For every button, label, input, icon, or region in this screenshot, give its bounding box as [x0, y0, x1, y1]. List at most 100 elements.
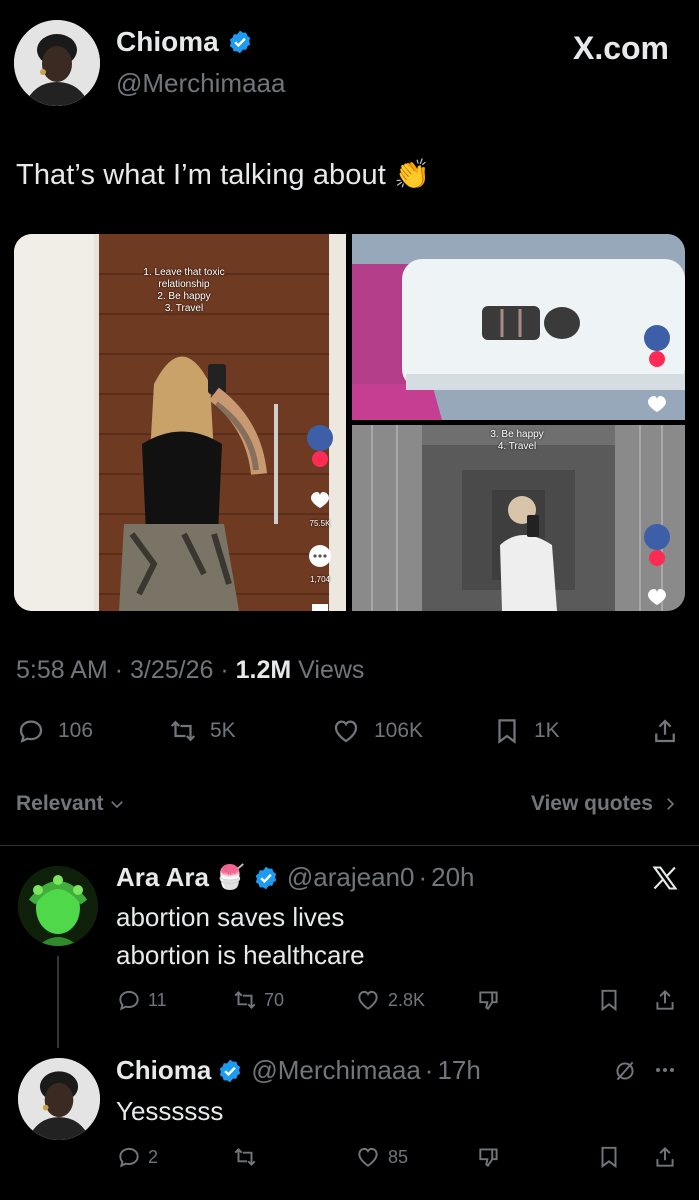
- repost-count: 70: [264, 989, 285, 1010]
- verified-badge-icon: [227, 29, 253, 55]
- heart-icon: [334, 720, 358, 743]
- reply-author-name[interactable]: Chioma: [116, 1055, 211, 1086]
- reply-body: abortion saves lives abortion is healthc…: [116, 898, 365, 974]
- reply-author-name[interactable]: Ara Ara: [116, 862, 209, 893]
- reply-count: 11: [148, 989, 167, 1010]
- like-action[interactable]: 106K: [330, 716, 423, 746]
- chevron-down-icon: [110, 801, 123, 809]
- reply-body: Yessssss: [116, 1092, 223, 1130]
- reply-author-handle[interactable]: @arajean0: [287, 862, 415, 893]
- media-image-top-right[interactable]: [352, 234, 685, 420]
- share-action[interactable]: [652, 1144, 684, 1170]
- left-overlay-caption: 1. Leave that toxic relationship 2. Be h…: [109, 267, 259, 315]
- muted-conversation-icon[interactable]: [612, 1058, 638, 1084]
- more-options-icon[interactable]: [652, 1060, 678, 1080]
- bookmark-icon: [601, 989, 617, 1012]
- meta-separator: ·: [114, 656, 124, 684]
- reply-count: 2: [148, 1146, 159, 1167]
- bookmark-icon: [601, 1146, 617, 1169]
- media-image-bottom-right[interactable]: 3. Be happy 4. Travel: [352, 425, 685, 611]
- divider: [0, 845, 699, 846]
- share-action[interactable]: [652, 987, 684, 1013]
- reply-icon: [19, 720, 43, 743]
- reply-icon: [119, 990, 139, 1011]
- reply-action[interactable]: 106: [16, 716, 93, 746]
- like-count: 85: [388, 1146, 409, 1167]
- repost-icon: [170, 720, 196, 742]
- repost-action[interactable]: [232, 1144, 264, 1170]
- view-quotes-link[interactable]: View quotes: [531, 792, 679, 816]
- sort-dropdown[interactable]: Relevant: [16, 792, 126, 816]
- repost-action[interactable]: 70: [232, 987, 284, 1013]
- reply-action[interactable]: 2: [116, 1144, 158, 1170]
- repost-action[interactable]: 5K: [168, 716, 236, 746]
- reply-count: 106: [58, 719, 94, 742]
- bookmark-count: 1K: [534, 719, 560, 742]
- reply-text-line: abortion saves lives: [116, 902, 345, 932]
- repost-count: 5K: [210, 719, 236, 742]
- verified-badge-icon: [253, 865, 279, 891]
- thread-line: [57, 956, 59, 1048]
- media-grid: 1. Leave that toxic relationship 2. Be h…: [14, 234, 685, 611]
- view-quotes-label: View quotes: [530, 792, 653, 815]
- left-likes-count: 75.5K: [309, 519, 331, 528]
- sort-label: Relevant: [16, 792, 104, 815]
- views-count: 1.2M: [235, 656, 292, 684]
- reply-age[interactable]: 20h: [431, 862, 474, 893]
- site-label: X.com: [572, 30, 669, 66]
- thumbs-down-icon: [479, 1148, 498, 1168]
- reply-author-emoji: 🍧: [214, 864, 245, 891]
- reply-author-handle[interactable]: @Merchimaaa: [251, 1055, 420, 1086]
- reply-text-line: Yessssss: [116, 1096, 224, 1126]
- tweet-meta: 5:58 AM · 3/25/26 · 1.2M Views: [16, 656, 364, 685]
- left-overlay-line: relationship: [158, 279, 210, 290]
- thumbs-down-icon: [479, 991, 498, 1011]
- author-name[interactable]: Chioma: [116, 26, 219, 58]
- share-icon: [656, 1146, 674, 1167]
- left-overlay-line: 2. Be happy: [157, 291, 211, 302]
- bookmark-action[interactable]: [596, 1144, 628, 1170]
- like-action[interactable]: 85: [354, 1144, 408, 1170]
- bottom-right-overlay-line: 3. Be happy: [490, 429, 544, 440]
- share-icon: [655, 719, 675, 743]
- left-overlay-line: 1. Leave that toxic: [143, 267, 225, 278]
- reply-avatar[interactable]: [18, 866, 98, 946]
- bookmark-icon: [498, 719, 516, 744]
- reply-avatar[interactable]: [18, 1058, 100, 1140]
- repost-icon: [234, 1148, 256, 1166]
- like-count: 2.8K: [388, 989, 426, 1010]
- reply-text-line: abortion is healthcare: [116, 940, 365, 970]
- tweet-date[interactable]: 3/25/26: [130, 656, 213, 684]
- bookmark-action[interactable]: 1K: [492, 716, 560, 746]
- meta-separator: ·: [418, 862, 428, 892]
- author-avatar[interactable]: [14, 20, 100, 106]
- chevron-right-icon: [667, 798, 675, 810]
- share-icon: [656, 989, 674, 1010]
- views-label: Views: [298, 656, 365, 684]
- x-logo-icon: [651, 864, 679, 892]
- meta-separator: ·: [220, 656, 229, 684]
- meta-separator: ·: [424, 1055, 434, 1085]
- tweet-text: That’s what I’m talking about 👏: [16, 159, 431, 191]
- reply-header: Chioma @Merchimaaa · 17h: [116, 1055, 481, 1086]
- like-count: 106K: [374, 719, 424, 742]
- heart-icon: [358, 990, 378, 1010]
- left-comments-count: 1,704: [309, 575, 331, 584]
- dislike-action[interactable]: [476, 1144, 508, 1170]
- verified-badge-icon: [217, 1058, 243, 1084]
- reply-icon: [119, 1147, 139, 1168]
- repost-icon: [234, 991, 256, 1009]
- bookmark-action[interactable]: [596, 987, 628, 1013]
- left-overlay-line: 3. Travel: [164, 303, 204, 314]
- bottom-right-overlay-caption: 3. Be happy 4. Travel: [467, 429, 567, 453]
- tweet-time[interactable]: 5:58 AM: [16, 656, 108, 684]
- like-action[interactable]: 2.8K: [354, 987, 425, 1013]
- reply-age[interactable]: 17h: [437, 1055, 480, 1086]
- author-handle[interactable]: @Merchimaaa: [116, 68, 285, 99]
- dislike-action[interactable]: [476, 987, 508, 1013]
- heart-icon: [358, 1147, 378, 1167]
- share-action[interactable]: [650, 716, 692, 746]
- reply-action[interactable]: 11: [116, 987, 167, 1013]
- media-image-left[interactable]: 1. Leave that toxic relationship 2. Be h…: [14, 234, 346, 611]
- reply-header: Ara Ara 🍧 @arajean0 · 20h: [116, 862, 475, 893]
